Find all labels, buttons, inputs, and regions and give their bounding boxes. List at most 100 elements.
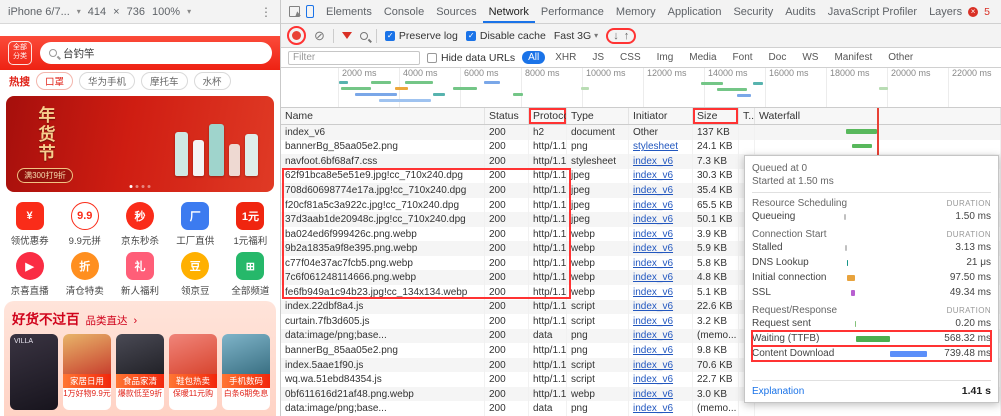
devtools-tab[interactable]: JavaScript Profiler [822, 1, 923, 23]
device-select[interactable]: iPhone 6/7... [8, 6, 70, 18]
grid-entry[interactable]: 厂 工厂直供 [168, 202, 223, 247]
hot-tag[interactable]: 口罩 [36, 72, 73, 90]
type-filter-pill[interactable]: Other [882, 51, 919, 64]
preserve-log-checkbox[interactable] [385, 31, 395, 41]
devtools-tab[interactable]: Console [378, 1, 430, 23]
deal-card[interactable]: 手机数码 白条6期免息 [222, 334, 270, 410]
throttling-select[interactable]: Fast 3G ▾ [554, 30, 598, 42]
devtools-tab[interactable]: Application [662, 1, 728, 23]
grid-entry[interactable]: 秒 京东秒杀 [112, 202, 167, 247]
explanation-link[interactable]: Explanation [752, 386, 804, 397]
type-filter-pill[interactable]: CSS [614, 51, 647, 64]
devtools-tab[interactable]: Audits [779, 1, 822, 23]
cell-initiator[interactable]: index_v6 [629, 241, 693, 256]
deal-card[interactable]: 家居日用 1万好物9.9元 [63, 334, 111, 410]
grid-entry[interactable]: 豆 领京豆 [168, 252, 223, 297]
type-filter-pill[interactable]: Media [683, 51, 722, 64]
type-filter-pill[interactable]: WS [796, 51, 824, 64]
cell-initiator[interactable]: index_v6 [629, 212, 693, 227]
grid-entry[interactable]: ¥ 领优惠券 [2, 202, 57, 247]
devtools-tab[interactable]: Layers [923, 1, 968, 23]
deal-card[interactable]: 鞋包热卖 保暖11元购 [169, 334, 217, 410]
cell-initiator[interactable]: index_v6 [629, 227, 693, 242]
cell-initiator[interactable]: index_v6 [629, 183, 693, 198]
cell-initiator[interactable]: index_v6 [629, 285, 693, 300]
network-request-row[interactable]: bannerBg_85aa05e2.png 200 http/1.1 png s… [281, 140, 1001, 155]
devtools-tab[interactable]: Security [727, 1, 779, 23]
kebab-menu-icon[interactable]: ⋮ [260, 5, 272, 19]
cell-initiator[interactable]: index_v6 [629, 198, 693, 213]
devtools-menu-icon[interactable]: ⋮ [996, 5, 1001, 19]
device-toolbar-toggle-icon[interactable] [306, 5, 314, 18]
clear-icon[interactable]: ⊘ [314, 29, 325, 42]
cell-initiator[interactable]: index_v6 [629, 300, 693, 315]
cell-initiator[interactable]: index_v6 [629, 270, 693, 285]
type-filter-pill[interactable]: JS [586, 51, 610, 64]
column-header[interactable]: Size [693, 108, 739, 124]
disable-cache-checkbox[interactable] [466, 31, 476, 41]
devtools-tab[interactable]: Elements [320, 1, 378, 23]
deals-promo-tile[interactable]: VILLA [10, 334, 58, 410]
hot-tag[interactable]: 华为手机 [79, 72, 135, 90]
grid-entry[interactable]: 礼 新人福利 [112, 252, 167, 297]
cell-initiator[interactable]: index_v6 [629, 169, 693, 184]
cell-initiator[interactable]: index_v6 [629, 154, 693, 169]
network-request-row[interactable]: data:image/png;base... 200 data png inde… [281, 401, 1001, 416]
column-header[interactable]: Initiator [629, 108, 693, 124]
filter-icon[interactable] [342, 32, 352, 39]
type-filter-pill[interactable]: Img [651, 51, 680, 64]
network-request-row[interactable]: index_v6 200 h2 document Other 137 KB [281, 125, 1001, 140]
search-input[interactable]: 台钓竿 [40, 42, 272, 64]
devtools-tab[interactable]: Network [483, 1, 535, 23]
error-count-badge[interactable]: 5 [984, 6, 990, 18]
hide-data-urls-checkbox[interactable] [427, 53, 437, 63]
zoom-select[interactable]: 100% [152, 6, 180, 18]
inspect-element-icon[interactable] [289, 6, 300, 17]
grid-entry[interactable]: 9.9 9.9元拼 [57, 202, 112, 247]
cell-initiator[interactable]: index_v6 [629, 256, 693, 271]
type-filter-pill[interactable]: Doc [763, 51, 793, 64]
cell-initiator[interactable]: index_v6 [629, 329, 693, 344]
type-filter-pill[interactable]: Manifest [828, 51, 878, 64]
devtools-tab[interactable]: Performance [535, 1, 610, 23]
grid-entry[interactable]: ▶ 京喜直播 [2, 252, 57, 297]
hide-data-urls-option[interactable]: Hide data URLs [427, 52, 515, 64]
type-filter-pill[interactable]: Font [727, 51, 759, 64]
hot-tag[interactable]: 摩托车 [141, 72, 188, 90]
cell-initiator[interactable]: Other [629, 125, 693, 140]
promo-banner[interactable]: 年货节 满300打9折 [6, 96, 274, 192]
cell-initiator[interactable]: index_v6 [629, 314, 693, 329]
network-overview-timeline[interactable]: 2000 ms4000 ms6000 ms8000 ms10000 ms1200… [281, 68, 1001, 108]
devtools-tab[interactable]: Sources [430, 1, 482, 23]
cell-initiator[interactable]: index_v6 [629, 401, 693, 416]
timeline-request-bar [453, 87, 477, 90]
column-header[interactable]: Protocol [529, 108, 567, 124]
cell-initiator[interactable]: stylesheet [629, 140, 693, 155]
grid-entry[interactable]: ⊞ 全部频道 [223, 252, 278, 297]
grid-entry[interactable]: 折 清仓特卖 [57, 252, 112, 297]
devtools-tab[interactable]: Memory [610, 1, 662, 23]
grid-entry[interactable]: 1元 1元福利 [223, 202, 278, 247]
record-button[interactable] [292, 31, 301, 40]
export-har-icon[interactable]: ↑ [624, 30, 630, 42]
column-header[interactable]: Name [281, 108, 485, 124]
filter-input[interactable]: Filter [288, 51, 420, 65]
search-requests-icon[interactable] [360, 32, 368, 40]
type-filter-pill[interactable]: All [522, 51, 545, 64]
cell-initiator[interactable]: index_v6 [629, 372, 693, 387]
column-header[interactable]: T... [739, 108, 755, 124]
cell-initiator[interactable]: index_v6 [629, 358, 693, 373]
viewport-width-field[interactable]: 414 [88, 6, 106, 18]
type-filter-pill[interactable]: XHR [549, 51, 582, 64]
preserve-log-option[interactable]: Preserve log [385, 30, 458, 42]
all-categories-button[interactable]: 全部 分类 [8, 41, 32, 65]
column-header[interactable]: Status [485, 108, 529, 124]
column-header[interactable]: Type [567, 108, 629, 124]
hot-tag[interactable]: 水杯 [194, 72, 231, 90]
cell-initiator[interactable]: index_v6 [629, 387, 693, 402]
deal-card[interactable]: 食品家清 爆款低至9折 [116, 334, 164, 410]
cell-initiator[interactable]: index_v6 [629, 343, 693, 358]
disable-cache-option[interactable]: Disable cache [466, 30, 546, 42]
viewport-height-field[interactable]: 736 [127, 6, 145, 18]
import-har-icon[interactable]: ↓ [613, 30, 619, 42]
